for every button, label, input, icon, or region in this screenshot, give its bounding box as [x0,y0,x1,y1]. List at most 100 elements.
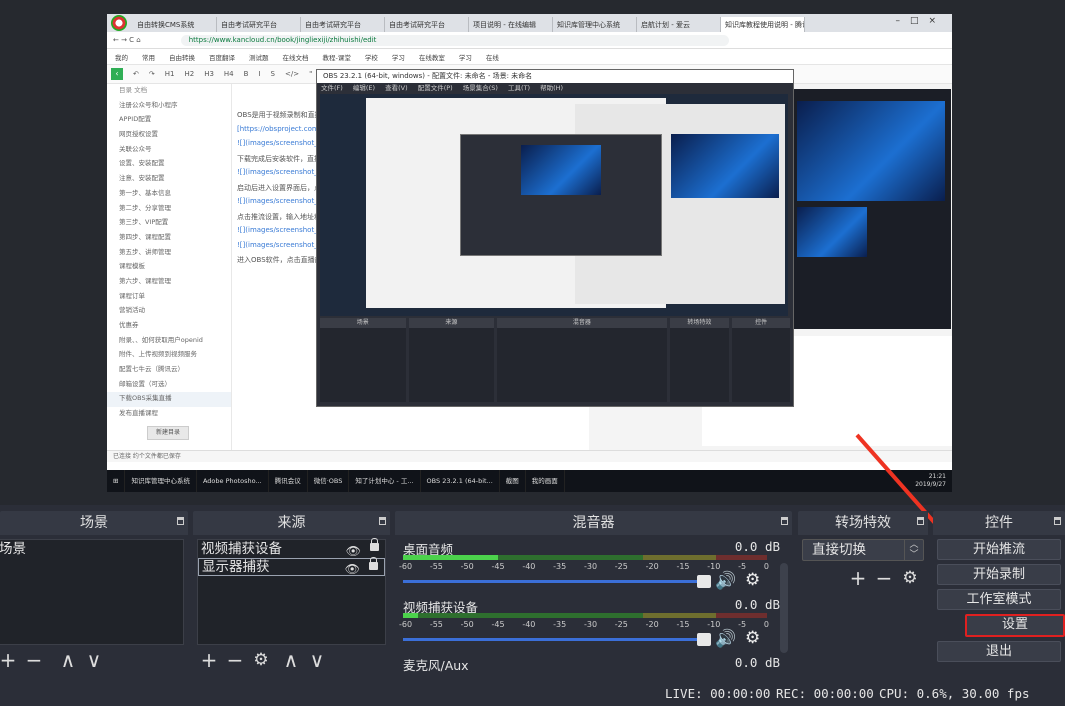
editor-status: 已连接 约个文件都已保存 [107,450,952,462]
gear-icon[interactable]: ⚙ [900,568,920,588]
bookmark: 我的 [115,53,128,62]
volume-slider[interactable] [403,633,711,646]
bookmark: 在线文档 [282,53,309,62]
inner-dock: 场景 [320,318,406,402]
spinner-icon[interactable]: ︿ ﹀ [904,540,923,560]
toc-panel: 目录 文档 注册公众号和小程序 APPID配置 网页授权设置 关联公众号 设置、… [107,84,232,450]
inner-obs-nested [460,134,662,256]
tool: H3 [204,70,214,78]
taskbar-item: 截图 [500,470,526,492]
sources-dock: 来源 视频捕获设备 👁 显示器捕获 👁 + − ⚙ ∧ ∨ [193,511,390,677]
transition-select[interactable]: 直接切换 ︿ ﹀ [802,539,924,561]
tick: -25 [614,620,628,629]
undock-icon[interactable] [379,517,386,525]
browser-tab: 知识库管理中心系统 [553,17,637,32]
mixer-title: 混音器 [572,515,615,531]
move-up-button[interactable]: ∧ [281,648,301,672]
bookmark: 自由转换 [169,53,195,62]
browser-tab: 启航计划 - 爱云 [637,17,721,32]
move-up-button[interactable]: ∧ [58,648,78,672]
toc-new-button: 新建目录 [147,425,189,440]
remove-transition-button[interactable]: − [874,566,894,590]
lock-icon[interactable] [369,557,378,570]
transition-value: 直接切换 [812,542,866,558]
start-recording-button[interactable]: 开始录制 [937,564,1061,585]
toc-item: 邮箱设置（可选） [119,379,171,388]
gear-icon[interactable]: ⚙ [251,650,271,670]
undock-icon[interactable] [1054,517,1061,525]
browser-tab: 自由考试研究平台 [301,17,385,32]
preview-canvas: 自由转换CMS系统 自由考试研究平台 自由考试研究平台 自由考试研究平台 项目说… [0,0,1065,505]
inner-dock-title: 控件 [732,318,790,328]
add-transition-button[interactable]: + [848,566,868,590]
mixer-dock-header: 混音器 [395,511,792,535]
scenes-buttons: + − ∧ ∨ [0,647,188,673]
gear-icon[interactable]: ⚙ [745,628,760,648]
transitions-dock: 转场特效 直接切换 ︿ ﹀ + − ⚙ [798,511,928,677]
undock-icon[interactable] [781,517,788,525]
scene-item[interactable]: 场景 [0,540,183,558]
transition-buttons: + − ⚙ [798,565,928,591]
scenes-list[interactable]: 场景 [0,539,184,645]
add-scene-button[interactable]: + [0,648,18,672]
studio-mode-button[interactable]: 工作室模式 [937,589,1061,610]
source-item[interactable]: 显示器捕获 👁 [198,557,385,577]
move-down-button[interactable]: ∨ [307,648,327,672]
eye-icon[interactable]: 👁 [345,561,360,577]
mixer-dock: 混音器 桌面音频 0.0 dB -60 -55 -50 -45 -40 -35 -30 -25… [395,511,792,677]
exit-button[interactable]: 退出 [937,641,1061,662]
redo-icon: ↷ [148,70,155,78]
undock-icon[interactable] [917,517,924,525]
address-url: https://www.kancloud.cn/book/jingliexiji… [180,34,729,46]
taskbar-item: OBS 23.2.1 (64-bit... [421,470,500,492]
tick: -60 [399,620,413,629]
toc-item: 第五步、讲师管理 [119,247,171,256]
toc-item: 课程订单 [119,291,145,300]
speaker-icon[interactable]: 🔊 [715,629,736,649]
toc-item: 设置、安装配置 [119,159,165,168]
source-item[interactable]: 视频捕获设备 👁 [198,538,385,558]
cpu-stats: CPU: 0.6%, 30.00 fps [879,686,1030,701]
meter-ticks: -60 -55 -50 -45 -40 -35 -30 -25 -20 -15 -10 -5 0 [399,620,769,629]
lock-icon[interactable] [370,538,379,551]
sources-title: 来源 [277,515,306,531]
inner-dock-title: 来源 [408,318,495,328]
move-down-button[interactable]: ∨ [84,648,104,672]
sources-buttons: + − ⚙ ∧ ∨ [193,647,390,673]
tick: -30 [583,562,598,571]
speaker-icon[interactable]: 🔊 [715,571,736,591]
taskbar-item: 腾讯会议 [269,470,308,492]
tool: S [270,70,275,78]
settings-button[interactable]: 设置 [965,614,1065,637]
remove-source-button[interactable]: − [225,648,245,672]
undock-icon[interactable] [177,517,184,525]
toc-item: 第三步、VIP配置 [119,218,169,227]
bookmark: 在线教室 [418,53,445,62]
volume-slider[interactable] [403,575,711,588]
tick: -10 [707,562,721,571]
add-source-button[interactable]: + [199,648,219,672]
tick: -35 [553,620,567,629]
bookmark: 学习 [391,53,405,62]
bookmarks-bar: 我的 常用 自由转换 百度翻译 测试题 在线文档 教程-课堂 学校 学习 在线教… [107,49,952,65]
remove-scene-button[interactable]: − [24,648,44,672]
inner-title: OBS 23.2.1 (64-bit, windows) - 配置文件: 未命名… [317,70,793,83]
mixer-channel: 麦克风/Aux 0.0 dB [395,651,792,677]
clock-date: 2019/9/27 [915,481,946,488]
clock-time: 21:21 [928,473,946,480]
browser-tab: 项目说明 - 在线编辑 [469,17,553,32]
controls-dock: 控件 开始推流 开始录制 工作室模式 设置 退出 [933,511,1065,677]
channel-name: 麦克风/Aux [403,658,469,673]
toc-item: 优惠券 [119,321,139,329]
sources-list[interactable]: 视频捕获设备 👁 显示器捕获 👁 [197,538,386,645]
mixer-scrollbar[interactable] [780,563,788,653]
gear-icon[interactable]: ⚙ [745,570,760,590]
start-streaming-button[interactable]: 开始推流 [937,539,1061,560]
tool: " [309,70,313,78]
toc-item: 附件、上传视频到视频服务 [119,350,197,359]
windows-taskbar: ⊞ 知识库管理中心系统 Adobe Photosho... 腾讯会议 微信·OB… [107,470,952,492]
channel-db: 0.0 dB [734,597,780,612]
chrome-icon [111,15,127,31]
toc-item: 课程模板 [119,262,145,271]
tick: -15 [676,562,690,571]
